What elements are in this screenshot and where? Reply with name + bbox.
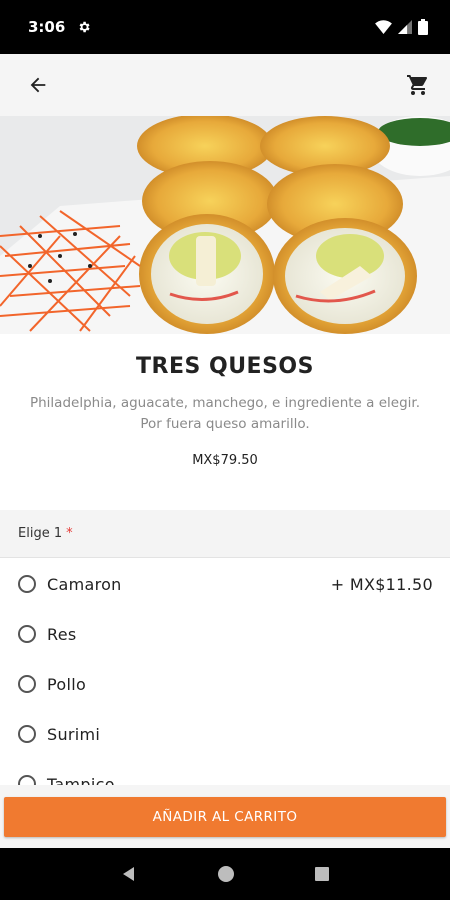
product-description: Philadelphia, aguacate, manchego, e ingr… — [29, 395, 420, 432]
add-to-cart-button[interactable]: AÑADIR AL CARRITO — [4, 796, 446, 837]
required-marker: * — [66, 526, 73, 541]
radio-button[interactable] — [18, 575, 36, 593]
settings-gear-icon — [79, 21, 90, 33]
product-price: MX$79.50 — [192, 453, 258, 468]
option-row-camaron[interactable]: Camaron + MX$11.50 — [0, 559, 450, 609]
options-header: Elige 1 * — [0, 510, 450, 558]
option-label: Pollo — [47, 674, 87, 694]
option-label: Camaron — [47, 574, 122, 594]
radio-button[interactable] — [18, 675, 36, 693]
nav-recents-icon[interactable] — [314, 866, 330, 882]
cart-button[interactable] — [402, 69, 434, 101]
product-image — [0, 116, 450, 334]
shopping-cart-icon — [407, 75, 428, 95]
battery-icon — [418, 19, 428, 35]
option-row-res[interactable]: Res — [0, 609, 450, 659]
options-header-label: Elige 1 — [18, 526, 63, 541]
radio-button[interactable] — [18, 725, 36, 743]
add-to-cart-bar: AÑADIR AL CARRITO — [0, 785, 450, 848]
back-button[interactable] — [22, 69, 54, 101]
options-list: Camaron + MX$11.50 Res Pollo Surimi Tamp… — [0, 559, 450, 797]
radio-button[interactable] — [18, 625, 36, 643]
product-title: TRES QUESOS — [136, 354, 314, 379]
nav-back-icon[interactable] — [120, 865, 138, 883]
system-nav-bar — [0, 848, 450, 900]
cellular-signal-icon — [398, 20, 412, 34]
arrow-back-icon — [30, 77, 46, 93]
app-bar — [0, 54, 450, 116]
product-details: TRES QUESOS Philadelphia, aguacate, manc… — [0, 334, 450, 468]
sushi-roll-photo — [0, 116, 450, 334]
status-bar: 3:06 — [0, 0, 450, 54]
nav-home-icon[interactable] — [217, 865, 235, 883]
option-row-pollo[interactable]: Pollo — [0, 659, 450, 709]
option-label: Res — [47, 624, 77, 644]
wifi-icon — [375, 20, 392, 34]
option-row-surimi[interactable]: Surimi — [0, 709, 450, 759]
option-label: Surimi — [47, 724, 101, 744]
option-price: + MX$11.50 — [330, 574, 433, 594]
status-time: 3:06 — [28, 18, 66, 36]
